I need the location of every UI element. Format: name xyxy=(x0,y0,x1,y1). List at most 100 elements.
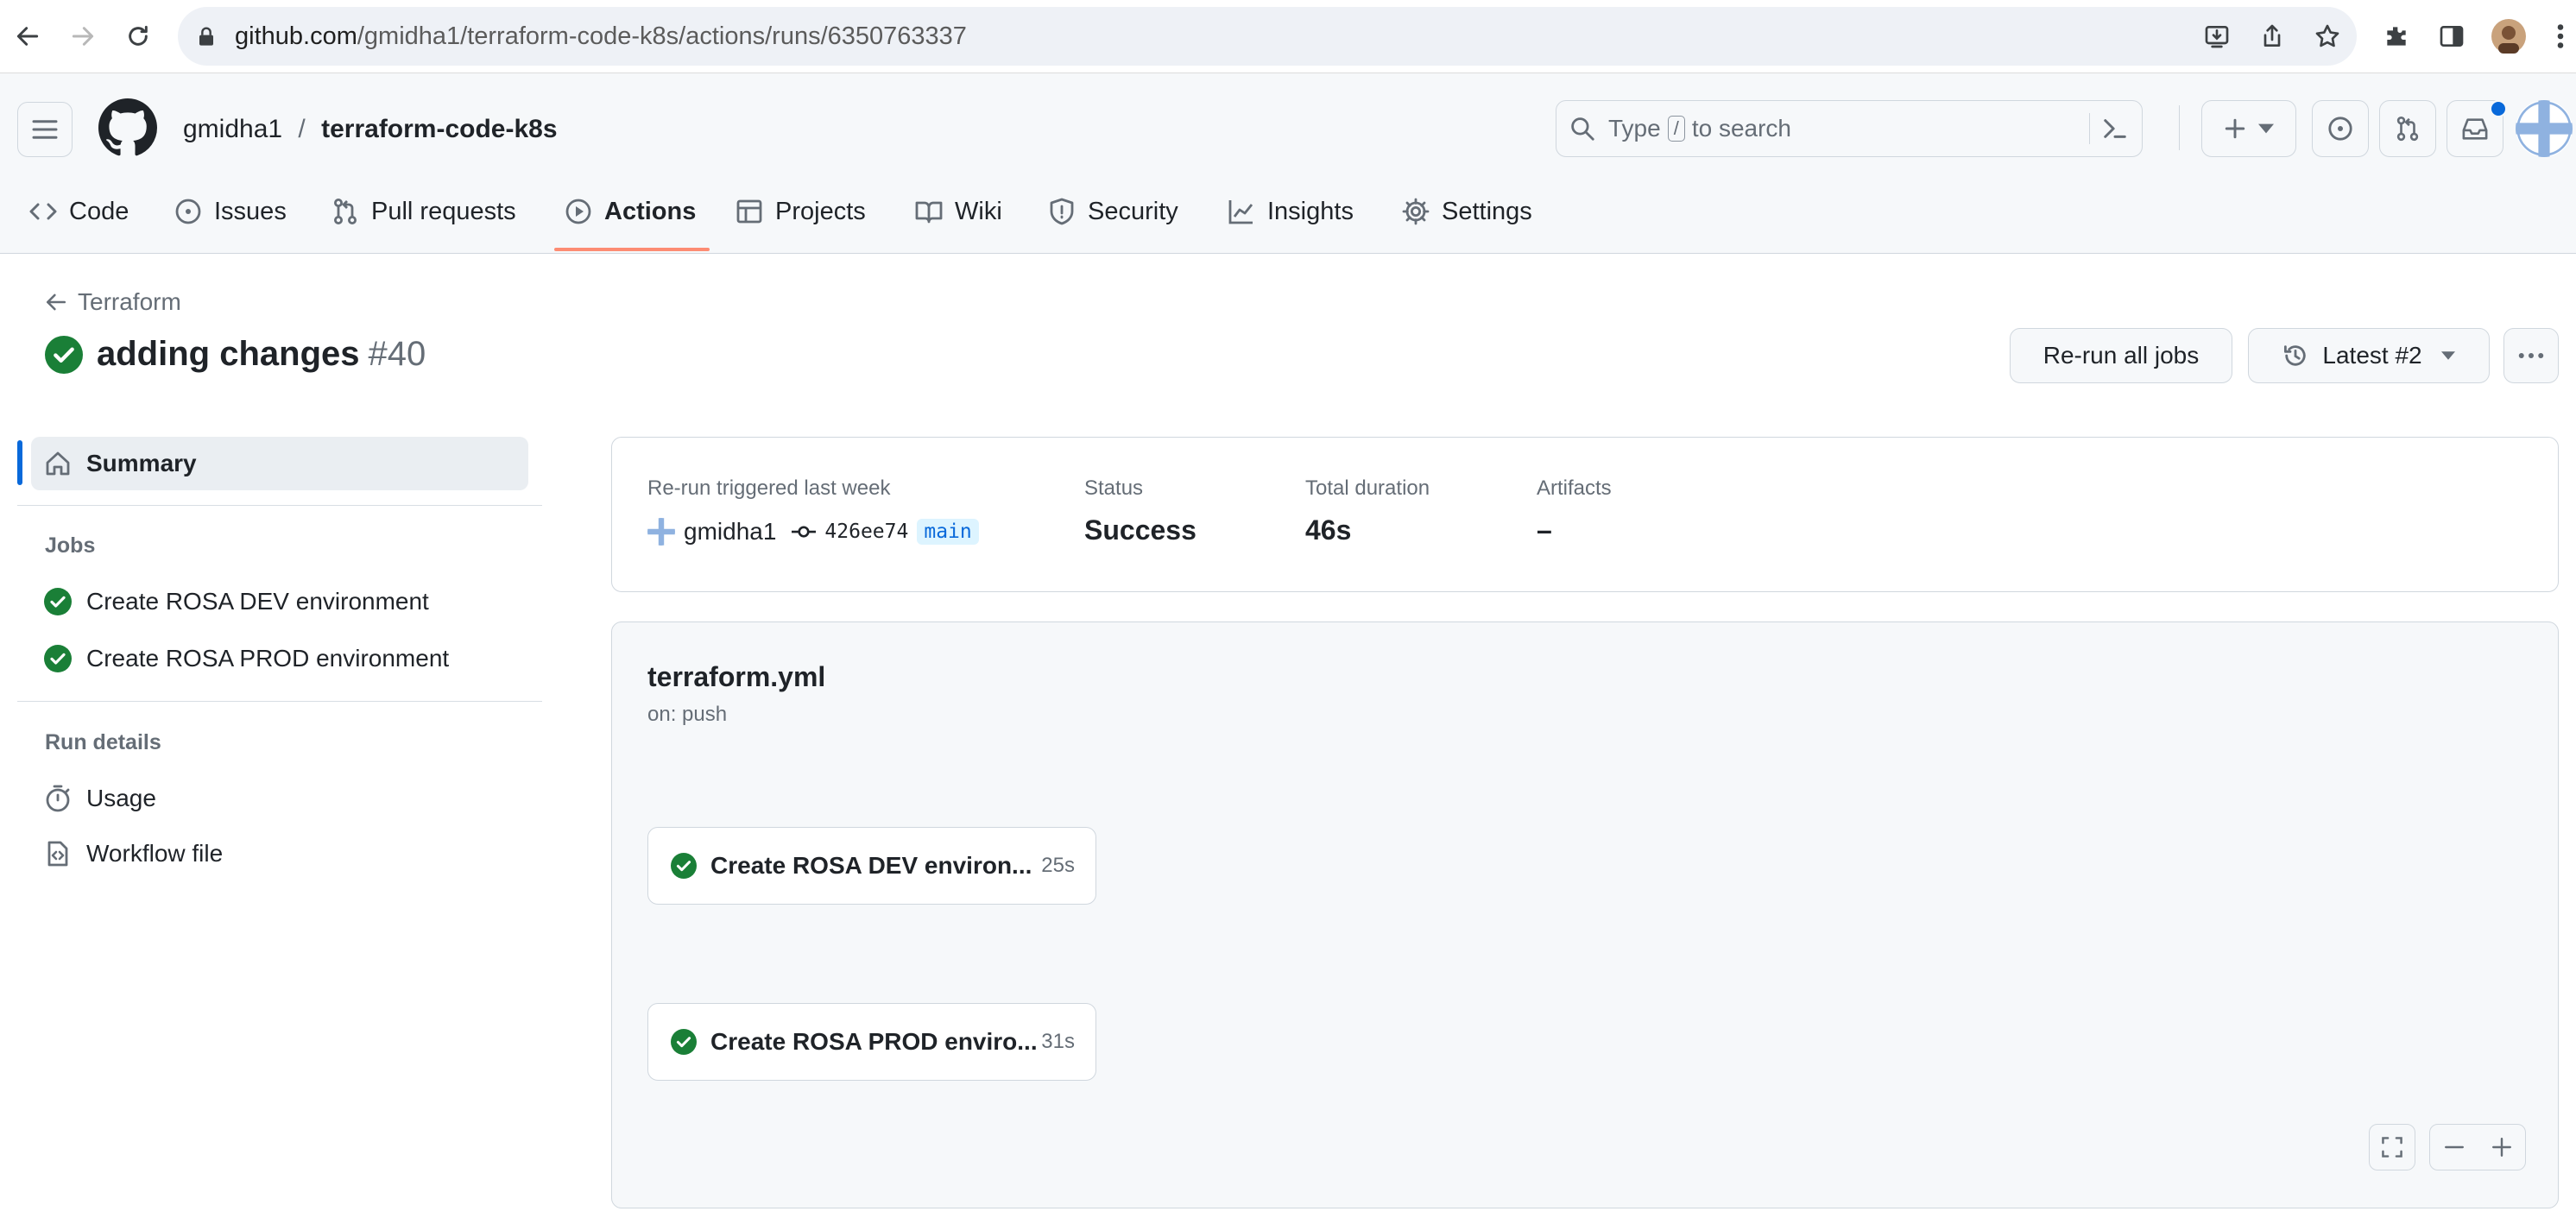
jobs-heading: Jobs xyxy=(45,533,96,558)
browser-toolbar: github.com/gmidha1/terraform-code-k8s/ac… xyxy=(0,0,2576,73)
forward-arrow-icon[interactable] xyxy=(64,17,102,55)
tab-settings[interactable]: Settings xyxy=(1402,177,1532,246)
search-divider xyxy=(2089,113,2090,144)
browser-menu-icon[interactable] xyxy=(2541,17,2576,55)
workflow-job-card[interactable]: Create ROSA PROD enviro... 31s xyxy=(647,1003,1096,1081)
sidebar-summary-label: Summary xyxy=(86,450,197,476)
run-title-text: adding changes xyxy=(97,335,360,373)
commit-sha-link[interactable]: 426ee74 xyxy=(824,521,908,543)
repo-name-link[interactable]: terraform-code-k8s xyxy=(321,115,557,143)
sidebar-usage-label: Usage xyxy=(86,785,156,811)
tab-projects[interactable]: Projects xyxy=(736,177,866,246)
zoom-controls xyxy=(2429,1124,2526,1170)
graph-icon xyxy=(1228,200,1253,224)
caret-down-icon xyxy=(2440,351,2455,360)
tab-wiki[interactable]: Wiki xyxy=(915,177,1002,246)
status-value: Success xyxy=(1084,514,1196,546)
tab-actions[interactable]: Actions xyxy=(565,177,696,246)
run-summary-box xyxy=(611,437,2559,592)
check-circle-icon xyxy=(44,588,72,615)
rerun-all-jobs-button[interactable]: Re-run all jobs xyxy=(2010,328,2232,383)
actor-avatar xyxy=(647,518,675,546)
inbox-icon xyxy=(2462,118,2488,140)
search-icon xyxy=(1571,117,1594,141)
job-card-name: Create ROSA DEV environ... xyxy=(710,852,1032,879)
active-tab-underline xyxy=(554,248,710,251)
tab-projects-label: Projects xyxy=(775,197,866,225)
sidebar-item-summary[interactable]: Summary xyxy=(43,438,197,489)
address-bar[interactable]: github.com/gmidha1/terraform-code-k8s/ac… xyxy=(178,7,2357,66)
arrow-left-icon xyxy=(46,293,66,311)
file-code-icon xyxy=(47,841,68,867)
gear-icon xyxy=(1402,198,1430,225)
tab-insights-label: Insights xyxy=(1267,197,1354,225)
kebab-horizontal-icon xyxy=(2518,353,2544,358)
reload-icon[interactable] xyxy=(119,17,157,55)
commit-icon xyxy=(792,526,817,538)
workflow-job-card[interactable]: Create ROSA DEV environ... 25s xyxy=(647,827,1096,905)
user-avatar[interactable] xyxy=(2516,100,2573,157)
issues-button[interactable] xyxy=(2312,100,2369,157)
tab-code[interactable]: Code xyxy=(29,177,129,246)
duration-label: Total duration xyxy=(1305,476,1430,500)
search-input[interactable]: Type / to search xyxy=(1556,100,2143,157)
tab-issues[interactable]: Issues xyxy=(174,177,287,246)
trigger-label: Re-run triggered last week xyxy=(647,476,891,500)
issue-icon xyxy=(2328,117,2352,141)
trigger-info: gmidha1 426ee74 main xyxy=(647,518,979,546)
header-divider xyxy=(2179,105,2180,150)
run-title: adding changes #40 xyxy=(45,335,426,374)
command-palette-icon[interactable] xyxy=(2102,117,2128,141)
tab-insights[interactable]: Insights xyxy=(1228,177,1354,246)
branch-badge[interactable]: main xyxy=(917,519,979,545)
lock-icon xyxy=(197,26,216,47)
url-text: github.com/gmidha1/terraform-code-k8s/ac… xyxy=(235,22,967,50)
hamburger-menu-button[interactable] xyxy=(17,102,73,157)
attempt-select-button[interactable]: Latest #2 xyxy=(2248,328,2490,383)
check-circle-icon xyxy=(45,335,83,374)
home-icon xyxy=(46,451,70,476)
search-placeholder-start: Type xyxy=(1608,115,1661,142)
fullscreen-icon xyxy=(2382,1137,2402,1158)
sidebar-item-workflow-file[interactable]: Workflow file xyxy=(43,829,223,879)
tab-settings-label: Settings xyxy=(1442,197,1532,225)
artifacts-value: – xyxy=(1537,514,1552,546)
back-arrow-icon[interactable] xyxy=(9,17,47,55)
workflow-name: Terraform xyxy=(78,288,181,315)
share-icon[interactable] xyxy=(2258,22,2286,50)
tab-issues-label: Issues xyxy=(214,197,287,225)
tab-pull-requests[interactable]: Pull requests xyxy=(331,177,516,246)
sidebar-job-item[interactable]: Create ROSA PROD environment xyxy=(43,634,449,684)
selected-indicator xyxy=(17,440,22,485)
profile-avatar[interactable] xyxy=(2490,17,2528,55)
sidebar-divider xyxy=(17,701,542,702)
job-card-duration: 25s xyxy=(1041,854,1075,877)
repo-owner-link[interactable]: gmidha1 xyxy=(183,115,282,143)
breadcrumb-separator: / xyxy=(298,115,306,143)
search-placeholder-end: to search xyxy=(1691,115,1791,142)
create-new-button[interactable] xyxy=(2201,100,2296,157)
zoom-out-icon[interactable] xyxy=(2443,1136,2466,1158)
run-details-heading: Run details xyxy=(45,730,161,754)
pull-requests-button[interactable] xyxy=(2379,100,2436,157)
more-options-button[interactable] xyxy=(2503,328,2559,383)
sidebar-divider xyxy=(17,505,542,506)
fullscreen-button[interactable] xyxy=(2369,1124,2415,1170)
sidebar-item-usage[interactable]: Usage xyxy=(43,773,156,823)
play-icon xyxy=(565,199,591,224)
zoom-in-icon[interactable] xyxy=(2491,1136,2513,1158)
tab-security-label: Security xyxy=(1088,197,1178,225)
extensions-puzzle-icon[interactable] xyxy=(2377,17,2415,55)
attempt-label: Latest #2 xyxy=(2322,342,2422,369)
sidebar-job-item[interactable]: Create ROSA DEV environment xyxy=(43,577,429,627)
check-circle-icon xyxy=(671,853,697,879)
tab-security[interactable]: Security xyxy=(1048,177,1178,246)
back-to-workflow-link[interactable]: Terraform xyxy=(45,288,181,316)
actor-link[interactable]: gmidha1 xyxy=(684,518,776,546)
github-logo[interactable] xyxy=(98,98,157,157)
install-app-icon[interactable] xyxy=(2203,22,2231,50)
side-panel-icon[interactable] xyxy=(2433,17,2471,55)
pull-request-icon xyxy=(2396,116,2419,142)
bookmark-star-icon[interactable] xyxy=(2314,22,2341,50)
code-icon xyxy=(29,203,57,220)
